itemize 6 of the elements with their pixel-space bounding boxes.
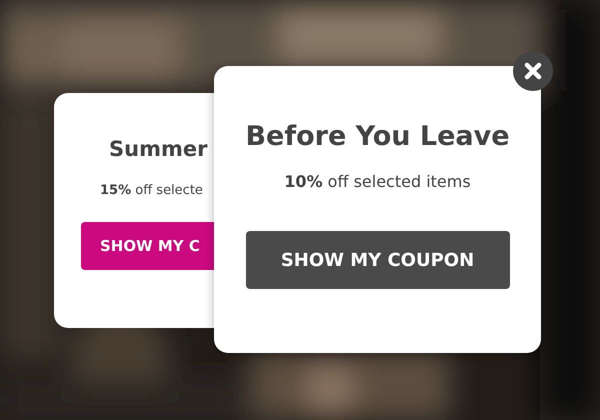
popup-title: Summer [109,137,208,161]
coupon-button[interactable]: SHOW MY COUPON [246,231,510,289]
offer-text: 15% off selecte [100,183,203,198]
close-icon [524,62,542,80]
offer-text: 10% off selected items [284,172,471,191]
popup-title: Before You Leave [245,121,510,152]
